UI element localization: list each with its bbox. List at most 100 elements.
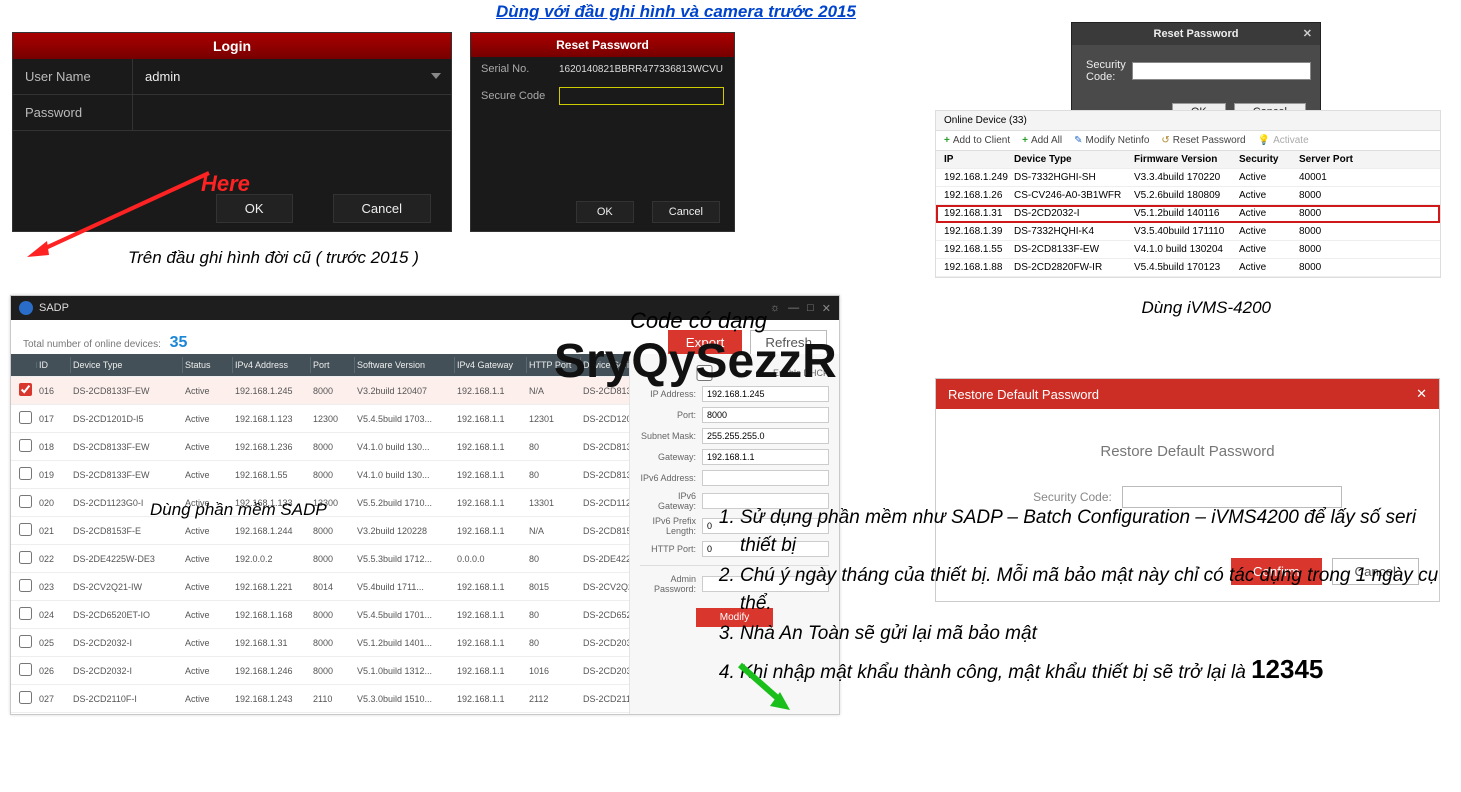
username-input[interactable]: admin [133, 59, 451, 94]
login-title: Login [13, 33, 451, 59]
cell: DS-2CD2032-I [71, 663, 183, 679]
table-row[interactable]: 192.168.1.39DS-7332HQHI-K4V3.5.40build 1… [936, 223, 1440, 241]
chevron-down-icon[interactable] [431, 73, 441, 79]
mask-input[interactable] [702, 428, 829, 444]
close-icon[interactable]: ✕ [1416, 386, 1427, 402]
row-checkbox[interactable] [19, 495, 32, 508]
table-row[interactable]: 028DS-2CD2820FW-IRActive192.168.1.888000… [11, 713, 629, 714]
minimize-icon[interactable]: — [788, 302, 799, 315]
ipv6a-input[interactable] [702, 470, 829, 486]
table-row[interactable]: 016DS-2CD8133F-EWActive192.168.1.2458000… [11, 377, 629, 405]
cell: 192.168.1.55 [233, 467, 311, 483]
cell: 192.0.0.2 [233, 551, 311, 567]
table-row[interactable]: 022DS-2DE4225W-DE3Active192.0.0.28000V5.… [11, 545, 629, 573]
cell: V5.1.0build 1312... [355, 663, 455, 679]
cell-sec: Active [1239, 172, 1299, 183]
row-checkbox[interactable] [19, 635, 32, 648]
row-checkbox[interactable] [19, 439, 32, 452]
reset-password-dark-dialog: Reset Password Serial No. 1620140821BBRR… [470, 32, 735, 232]
instructions-list: Sử dụng phần mềm như SADP – Batch Config… [700, 504, 1440, 691]
login-cancel-button[interactable]: Cancel [333, 194, 431, 223]
cell: 192.168.1.236 [233, 439, 311, 455]
col-security[interactable]: Security [1239, 154, 1299, 165]
table-row[interactable]: 026DS-2CD2032-IActive192.168.1.2468000V5… [11, 657, 629, 685]
login-ok-button[interactable]: OK [216, 194, 293, 223]
cell: 023 [37, 579, 71, 595]
row-checkbox[interactable] [19, 663, 32, 676]
modify-netinfo-button[interactable]: ✎Modify Netinfo [1074, 135, 1149, 146]
password-input[interactable] [133, 95, 451, 130]
row-checkbox[interactable] [19, 467, 32, 480]
col-ip[interactable]: IP [944, 154, 1014, 165]
row-checkbox[interactable] [19, 383, 32, 396]
table-row[interactable]: 192.168.1.55DS-2CD8133F-EWV4.1.0 build 1… [936, 241, 1440, 259]
table-row[interactable]: 192.168.1.249DS-7332HGHI-SHV3.3.4build 1… [936, 169, 1440, 187]
serial-value: 1620140821BBRR477336813WCVU [559, 64, 724, 75]
table-row[interactable]: 018DS-2CD8133F-EWActive192.168.1.2368000… [11, 433, 629, 461]
close-icon[interactable]: ✕ [1303, 27, 1312, 40]
table-row[interactable]: 192.168.1.31DS-2CD2032-IV5.1.2build 1401… [936, 205, 1440, 223]
table-row[interactable]: 025DS-2CD2032-IActive192.168.1.318000V5.… [11, 629, 629, 657]
table-row[interactable]: 017DS-2CD1201D-I5Active192.168.1.1231230… [11, 405, 629, 433]
security-code-input[interactable] [1132, 62, 1311, 80]
add-to-client-button[interactable]: +Add to Client [944, 135, 1010, 146]
row-checkbox[interactable] [19, 551, 32, 564]
row-checkbox[interactable] [19, 607, 32, 620]
cell: 192.168.1.1 [455, 495, 527, 511]
username-value: admin [145, 69, 180, 84]
ipv6a-label: IPv6 Address: [640, 473, 702, 483]
cell: Active [183, 383, 233, 399]
close-icon[interactable]: ✕ [822, 302, 831, 315]
sadp-col-1[interactable]: ID [37, 357, 71, 373]
sadp-col-5[interactable]: Port [311, 357, 355, 373]
cell: 13301 [527, 495, 581, 511]
sadp-col-3[interactable]: Status [183, 357, 233, 373]
cell: 192.168.1.1 [455, 635, 527, 651]
reset-dark-ok-button[interactable]: OK [576, 201, 634, 223]
cell-ip: 192.168.1.39 [944, 226, 1014, 237]
table-row[interactable]: 192.168.1.26CS-CV246-A0-3B1WFRV5.2.6buil… [936, 187, 1440, 205]
reset-gray-title: Reset Password [1154, 28, 1239, 40]
cell [17, 632, 37, 653]
col-port[interactable]: Server Port [1299, 154, 1359, 165]
table-row[interactable]: 192.168.1.88DS-2CD2820FW-IRV5.4.5build 1… [936, 259, 1440, 277]
cell: V3.2build 120228 [355, 523, 455, 539]
cell: 017 [37, 411, 71, 427]
sadp-col-0[interactable] [17, 362, 37, 368]
activate-button[interactable]: 💡Activate [1258, 135, 1309, 146]
cell-type: CS-CV246-A0-3B1WFR [1014, 190, 1134, 201]
gw-input[interactable] [702, 449, 829, 465]
col-fw[interactable]: Firmware Version [1134, 154, 1239, 165]
cell: 8000 [311, 523, 355, 539]
sadp-col-4[interactable]: IPv4 Address [233, 357, 311, 373]
sadp-col-7[interactable]: IPv4 Gateway [455, 357, 527, 373]
cell: DS-2CD8133F-EW0120130408AAR... [581, 439, 629, 455]
row-checkbox[interactable] [19, 579, 32, 592]
cell [17, 548, 37, 569]
serial-label: Serial No. [481, 63, 551, 75]
table-row[interactable]: 019DS-2CD8133F-EWActive192.168.1.558000V… [11, 461, 629, 489]
cell: 8000 [311, 467, 355, 483]
reset-password-button[interactable]: ↺Reset Password [1161, 135, 1245, 146]
row-checkbox[interactable] [19, 411, 32, 424]
cell: 027 [37, 691, 71, 707]
row-checkbox[interactable] [19, 691, 32, 704]
col-type[interactable]: Device Type [1014, 154, 1134, 165]
add-all-button[interactable]: +Add All [1022, 135, 1062, 146]
table-row[interactable]: 023DS-2CV2Q21-IWActive192.168.1.2218014V… [11, 573, 629, 601]
cell: 192.168.1.31 [233, 635, 311, 651]
maximize-icon[interactable]: □ [807, 302, 814, 315]
sadp-col-2[interactable]: Device Type [71, 357, 183, 373]
row-checkbox[interactable] [19, 523, 32, 536]
secure-code-input[interactable] [559, 87, 724, 105]
headline-link[interactable]: Dùng với đầu ghi hình và camera trước 20… [496, 2, 856, 22]
port-input[interactable] [702, 407, 829, 423]
sadp-col-6[interactable]: Software Version [355, 357, 455, 373]
sun-icon[interactable]: ☼ [770, 302, 780, 315]
table-row[interactable]: 024DS-2CD6520ET-IOActive192.168.1.168800… [11, 601, 629, 629]
table-row[interactable]: 027DS-2CD2110F-IActive192.168.1.2432110V… [11, 685, 629, 713]
cell: DS-2CD1201D... [581, 411, 629, 427]
restore-security-code-label: Security Code: [1033, 490, 1112, 504]
table-row[interactable]: 021DS-2CD8153F-EActive192.168.1.2448000V… [11, 517, 629, 545]
reset-dark-cancel-button[interactable]: Cancel [652, 201, 720, 223]
